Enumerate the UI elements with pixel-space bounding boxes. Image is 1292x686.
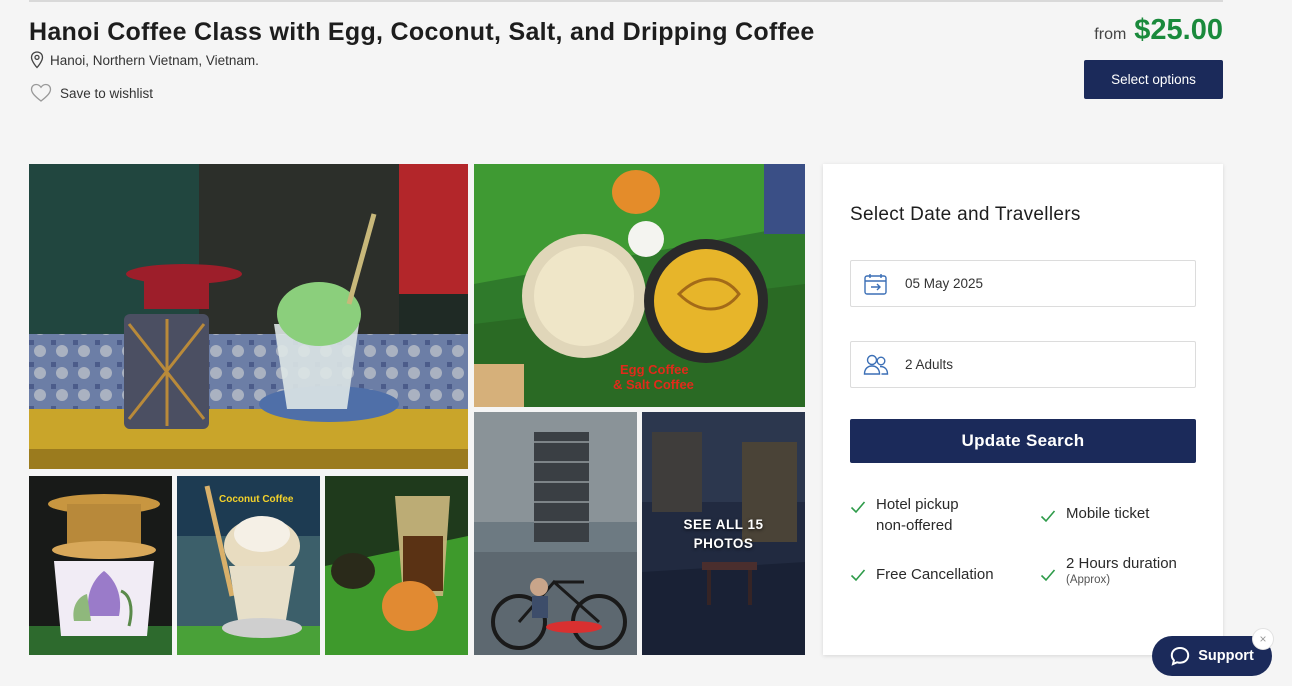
leaf-coffee-photo [325,476,468,655]
save-to-wishlist-button[interactable]: Save to wishlist [30,83,153,103]
location-text: Hanoi, Northern Vietnam, Vietnam. [50,52,259,68]
travellers-value: 2 Adults [905,357,954,372]
drip-coffee-photo [29,164,468,469]
chat-bubble-icon [1171,646,1190,666]
egg-coffee-caption-2: & Salt Coffee [613,377,694,392]
see-all-line1: SEE ALL 15 [683,517,764,532]
gallery-photo-leaf-coffee[interactable] [325,476,468,655]
support-label: Support [1198,648,1254,664]
heart-icon [30,83,52,102]
price-prefix: from [1094,26,1127,43]
check-icon [1040,569,1056,582]
price-block: from $25.00 [1094,14,1223,47]
location: Hanoi, Northern Vietnam, Vietnam. [30,51,259,69]
calendar-icon [864,273,887,295]
gallery-photo-see-all[interactable]: SEE ALL 15 PHOTOS [642,412,805,655]
wishlist-label: Save to wishlist [60,85,154,101]
feature-label: Free Cancellation [876,566,994,583]
select-options-button[interactable]: Select options [1084,60,1223,99]
top-divider [29,0,1223,2]
gallery-photo-lotus-cup[interactable] [29,476,172,655]
booking-panel: Select Date and Travellers 05 May 2025 2… [823,164,1223,655]
egg-salt-coffee-photo: Egg Coffee & Salt Coffee [474,164,805,407]
feature-duration: 2 Hours duration (Approx) [1040,555,1177,586]
update-search-button[interactable]: Update Search [850,419,1196,463]
feature-label: Hotel pickup [876,496,959,513]
page-title: Hanoi Coffee Class with Egg, Coconut, Sa… [29,18,815,46]
gallery-photo-coconut-coffee[interactable]: Coconut Coffee [177,476,320,655]
date-field[interactable]: 05 May 2025 [850,260,1196,307]
see-all-photos-link[interactable]: SEE ALL 15 PHOTOS [642,515,805,553]
street-bicycle-photo [474,412,637,655]
feature-mobile-ticket: Mobile ticket [1040,505,1149,523]
see-all-line2: PHOTOS [693,536,754,551]
close-icon[interactable]: × [1252,628,1274,650]
booking-panel-title: Select Date and Travellers [850,204,1081,225]
feature-sublabel: (Approx) [1066,574,1111,586]
date-value: 05 May 2025 [905,276,984,291]
travellers-field[interactable]: 2 Adults [850,341,1196,388]
map-pin-icon [30,51,44,69]
lotus-cup-photo [29,476,172,655]
check-icon [850,501,866,514]
coconut-coffee-photo: Coconut Coffee [177,476,320,655]
gallery-photo-street[interactable] [474,412,637,655]
feature-label-2: non-offered [876,517,953,534]
feature-hotel-pickup: Hotel pickup non-offered [850,494,959,536]
feature-label: 2 Hours duration [1066,555,1177,572]
price-value: $25.00 [1134,14,1223,46]
coconut-coffee-caption: Coconut Coffee [219,494,294,505]
gallery-photo-main[interactable] [29,164,468,469]
users-icon [863,354,889,375]
feature-label: Mobile ticket [1066,505,1150,522]
egg-coffee-caption-1: Egg Coffee [620,362,689,377]
feature-free-cancellation: Free Cancellation [850,566,994,583]
check-icon [1040,510,1056,523]
gallery-photo-egg-coffee[interactable]: Egg Coffee & Salt Coffee [474,164,805,407]
check-icon [850,569,866,582]
